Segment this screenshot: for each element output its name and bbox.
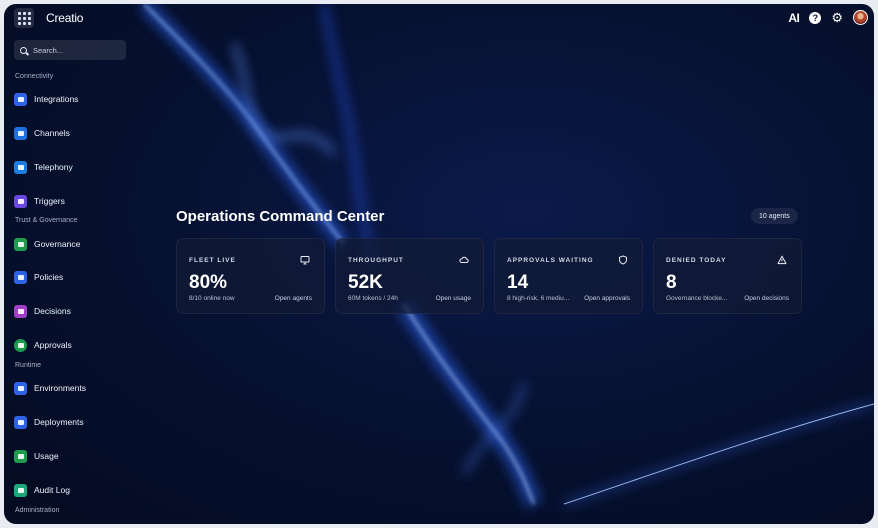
sidebar-item-deployments[interactable]: Deployments <box>14 414 84 430</box>
sidebar-item-label: Environments <box>34 383 86 393</box>
open-usage-link[interactable]: Open usage <box>436 295 471 302</box>
trigger-icon <box>14 194 27 208</box>
sidebar-item-label: Policies <box>34 272 64 282</box>
sidebar-item-label: Approvals <box>34 340 72 350</box>
sidebar-item-telephony[interactable]: Telephony <box>14 159 73 175</box>
sidebar-item-triggers[interactable]: Triggers <box>14 193 65 209</box>
document-icon <box>14 483 27 497</box>
decision-icon <box>14 304 27 318</box>
sidebar: Search... Connectivity Integrations Chan… <box>4 38 134 524</box>
top-right-actions: AI ? ⚙ <box>788 10 868 25</box>
integrations-icon <box>14 92 27 106</box>
card-value: 52K <box>348 272 383 293</box>
cloud-icon <box>459 255 469 265</box>
chat-icon <box>14 126 27 140</box>
sidebar-item-label: Telephony <box>34 162 73 172</box>
policy-icon <box>14 270 27 284</box>
open-agents-link[interactable]: Open agents <box>275 295 312 302</box>
sidebar-item-label: Usage <box>34 451 59 461</box>
search-placeholder: Search... <box>33 45 64 55</box>
sidebar-item-usage[interactable]: Usage <box>14 448 59 464</box>
open-approvals-link[interactable]: Open approvals <box>584 295 630 302</box>
kpi-card-approvals-waiting[interactable]: APPROVALS WAITING 14 8 high-risk, 6 medi… <box>494 238 643 314</box>
sidebar-item-policies[interactable]: Policies <box>14 269 63 285</box>
sidebar-item-governance[interactable]: Governance <box>14 236 80 252</box>
bar-chart-icon <box>14 449 27 463</box>
avatar[interactable] <box>853 10 868 25</box>
search-input[interactable]: Search... <box>14 40 126 60</box>
section-administration: Administration <box>15 507 60 514</box>
sidebar-item-decisions[interactable]: Decisions <box>14 303 71 319</box>
card-label: THROUGHPUT <box>348 257 404 264</box>
card-value: 8 <box>666 272 677 293</box>
help-icon[interactable]: ? <box>809 11 822 24</box>
sidebar-item-audit-log[interactable]: Audit Log <box>14 482 70 498</box>
kpi-card-throughput[interactable]: THROUGHPUT 52K 60M tokens / 24h Open usa… <box>335 238 484 314</box>
sidebar-item-approvals[interactable]: Approvals <box>14 337 72 353</box>
card-subtext: 8 high-risk, 6 mediu... <box>507 295 570 302</box>
card-label: FLEET LIVE <box>189 257 236 264</box>
sidebar-item-label: Integrations <box>34 94 79 104</box>
sidebar-item-environments[interactable]: Environments <box>14 380 86 396</box>
sidebar-item-label: Audit Log <box>34 485 70 495</box>
governance-icon <box>14 237 27 251</box>
card-value: 14 <box>507 272 529 293</box>
sidebar-item-channels[interactable]: Channels <box>14 125 70 141</box>
shield-icon <box>618 255 628 265</box>
sidebar-item-label: Decisions <box>34 306 71 316</box>
card-subtext: 60M tokens / 24h <box>348 295 398 302</box>
top-bar: Creatio AI ? ⚙ <box>4 4 874 34</box>
app-window: Creatio AI ? ⚙ Search... Connectivity In… <box>4 4 874 524</box>
section-runtime: Runtime <box>15 362 42 369</box>
sidebar-item-label: Triggers <box>34 196 65 206</box>
monitor-icon <box>300 255 310 265</box>
card-value: 80% <box>189 272 228 293</box>
warning-icon <box>777 255 787 265</box>
kpi-card-denied-today[interactable]: DENIED TODAY 8 Governance blocke... Open… <box>653 238 802 314</box>
card-subtext: 8/10 online now <box>189 295 235 302</box>
apps-grid-icon[interactable] <box>14 8 34 28</box>
check-circle-icon <box>14 338 27 352</box>
card-label: APPROVALS WAITING <box>507 257 594 264</box>
search-icon <box>20 46 27 54</box>
card-label: DENIED TODAY <box>666 257 727 264</box>
kpi-card-fleet-live[interactable]: FLEET LIVE 80% 8/10 online now Open agen… <box>176 238 325 314</box>
section-trust-governance: Trust & Governance <box>15 217 78 224</box>
agents-count-badge[interactable]: 10 agents <box>751 208 798 224</box>
sidebar-item-label: Channels <box>34 128 70 138</box>
phone-icon <box>14 160 27 174</box>
deploy-icon <box>14 415 27 429</box>
open-decisions-link[interactable]: Open decisions <box>744 295 789 302</box>
page-title: Operations Command Center <box>176 208 385 225</box>
card-subtext: Governance blocke... <box>666 295 728 302</box>
environment-icon <box>14 381 27 395</box>
sidebar-item-label: Deployments <box>34 417 84 427</box>
ai-icon[interactable]: AI <box>788 11 800 25</box>
gear-icon[interactable]: ⚙ <box>831 11 843 24</box>
app-logo[interactable]: Creatio <box>46 11 83 25</box>
sidebar-item-integrations[interactable]: Integrations <box>14 91 78 107</box>
sidebar-item-label: Governance <box>34 239 81 249</box>
section-connectivity: Connectivity <box>15 73 54 80</box>
